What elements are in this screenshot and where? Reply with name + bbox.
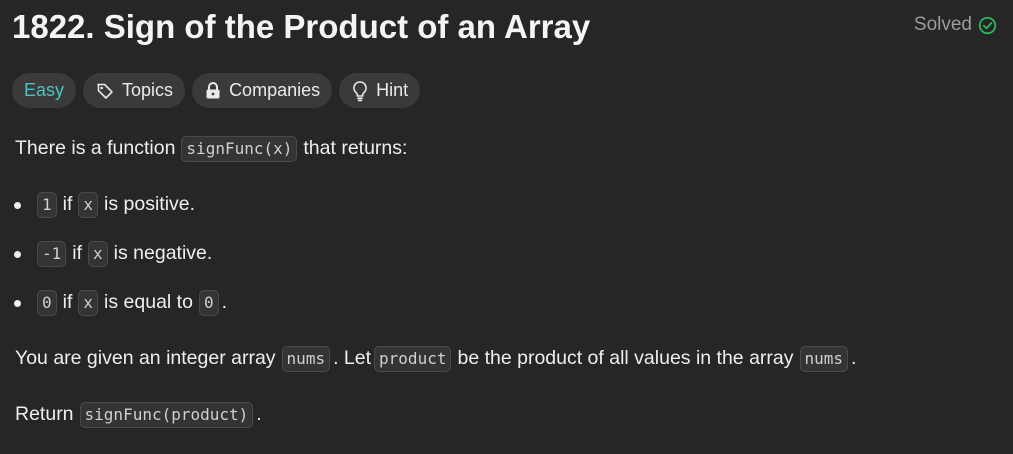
solved-label: Solved [913, 14, 972, 35]
inline-code: 0 [37, 290, 57, 316]
inline-code: x [88, 241, 108, 267]
companies-button[interactable]: Companies [192, 73, 333, 108]
inline-code: x [78, 192, 99, 218]
bullet-text: is equal to [104, 291, 193, 314]
intro-line: There is a function signFunc(x) that ret… [12, 136, 410, 162]
check-circle-icon [978, 16, 997, 35]
bullet-dot [14, 201, 21, 209]
hint-button[interactable]: Hint [339, 73, 421, 108]
bullet-text: if [62, 193, 73, 216]
inline-code: nums [281, 346, 331, 372]
return-line: Return signFunc(product) . [12, 402, 262, 428]
intro-text-end: that returns: [303, 137, 408, 160]
given-text: be the product of all values in the arra… [457, 347, 794, 370]
given-text: . [851, 347, 857, 370]
intro-text: There is a function [15, 137, 176, 160]
return-text: . [256, 403, 262, 426]
tag-row: Easy Topics Companies Hint [12, 73, 421, 108]
inline-code: signFunc(product) [79, 402, 254, 428]
bullet-dot [14, 299, 21, 307]
lightbulb-icon [351, 80, 369, 102]
period-text: . [221, 291, 227, 314]
list-item: 1 if x is positive. [12, 192, 198, 218]
inline-code: 1 [37, 192, 57, 218]
bullet-dot [14, 250, 21, 258]
bullet-text: is negative. [113, 242, 213, 265]
inline-code: -1 [37, 241, 67, 267]
hint-label: Hint [376, 80, 409, 100]
given-line: You are given an integer array nums . Le… [12, 346, 856, 372]
lock-icon [204, 81, 222, 101]
inline-code: 0 [198, 290, 219, 316]
bullet-text: is positive. [104, 193, 196, 216]
solved-status: Solved [914, 14, 997, 36]
return-text: Return [15, 403, 74, 426]
tag-icon [95, 81, 115, 101]
difficulty-badge: Easy [12, 73, 77, 108]
bullet-text: if [72, 242, 83, 265]
inline-code: product [374, 346, 452, 372]
problem-title[interactable]: 1822. Sign of the Product of an Array [12, 8, 590, 46]
inline-code: nums [799, 346, 849, 372]
bullet-text: if [62, 291, 73, 314]
given-text: You are given an integer array [15, 347, 276, 370]
list-item: 0 if x is equal to 0 . [12, 290, 227, 316]
inline-code: signFunc(x) [181, 136, 298, 162]
title-row: 1822. Sign of the Product of an Array So… [12, 6, 997, 48]
list-item: -1 if x is negative. [12, 241, 215, 267]
companies-label: Companies [229, 80, 321, 100]
topics-label: Topics [122, 80, 174, 100]
inline-code: x [78, 290, 99, 316]
given-text: . Let [333, 347, 372, 370]
topics-button[interactable]: Topics [83, 73, 186, 108]
